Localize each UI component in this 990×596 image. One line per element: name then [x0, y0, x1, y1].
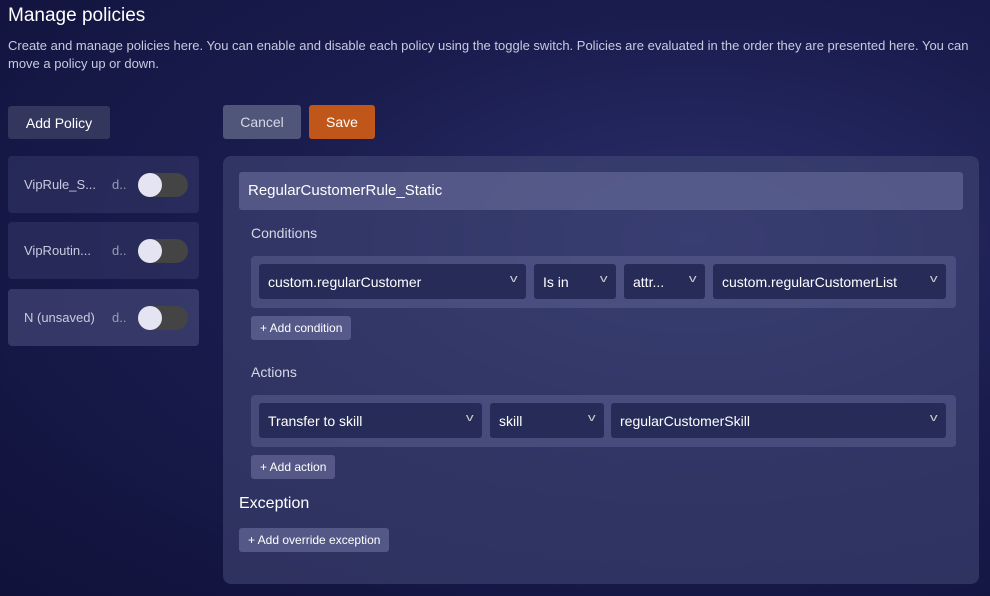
chevron-down-icon: v	[509, 273, 518, 285]
action-type-select[interactable]: Transfer to skill v	[259, 403, 482, 438]
chevron-down-icon: v	[587, 412, 596, 424]
policy-editor: RegularCustomerRule_Static Conditions cu…	[223, 156, 979, 584]
save-button[interactable]: Save	[309, 105, 375, 139]
exception-label: Exception	[239, 495, 310, 512]
add-override-exception-button[interactable]: + Add override exception	[239, 528, 390, 552]
chevron-down-icon: v	[929, 273, 938, 285]
add-action-button[interactable]: + Add action	[251, 455, 336, 479]
condition-operator-select[interactable]: Is in v	[534, 264, 616, 299]
policy-toggle[interactable]	[138, 238, 188, 263]
conditions-label: Conditions	[251, 225, 318, 241]
policy-toggle[interactable]	[138, 172, 188, 197]
page-description: Create and manage policies here. You can…	[8, 38, 969, 71]
condition-row: custom.regularCustomer v Is in v attr... v …	[251, 256, 956, 308]
policy-name: VipRoutin...	[24, 243, 91, 258]
chevron-down-icon: v	[599, 273, 608, 285]
add-policy-button[interactable]: Add Policy	[8, 106, 110, 139]
policy-name-input[interactable]: RegularCustomerRule_Static	[239, 172, 963, 210]
select-value: custom.regularCustomerList	[722, 274, 898, 290]
policy-toggle[interactable]	[138, 305, 188, 330]
select-value: custom.regularCustomer	[268, 274, 422, 290]
chevron-down-icon: v	[929, 412, 938, 424]
condition-type-select[interactable]: attr... v	[624, 264, 705, 299]
select-value: skill	[499, 413, 523, 429]
policy-item[interactable]: N (unsaved) d..	[8, 289, 199, 346]
condition-value-select[interactable]: custom.regularCustomerList v	[713, 264, 946, 299]
select-value: regularCustomerSkill	[620, 413, 750, 429]
page-title: Manage policies	[8, 5, 146, 26]
add-condition-button[interactable]: + Add condition	[251, 316, 352, 340]
select-value: Transfer to skill	[268, 413, 363, 429]
action-row: Transfer to skill v skill v regularCustome…	[251, 395, 956, 447]
policy-item[interactable]: VipRule_S... d..	[8, 156, 199, 213]
cancel-button[interactable]: Cancel	[223, 105, 301, 139]
policy-name: VipRule_S...	[24, 177, 97, 192]
select-value: Is in	[543, 274, 569, 290]
action-target-type-select[interactable]: skill v	[490, 403, 604, 438]
action-value-select[interactable]: regularCustomerSkill v	[611, 403, 946, 438]
chevron-down-icon: v	[465, 412, 474, 424]
select-value: attr...	[633, 274, 665, 290]
actions-label: Actions	[251, 364, 297, 380]
condition-field-select[interactable]: custom.regularCustomer v	[259, 264, 526, 299]
policy-item[interactable]: VipRoutin... d..	[8, 222, 199, 279]
chevron-down-icon: v	[688, 273, 697, 285]
policy-name: N (unsaved)	[24, 310, 95, 325]
